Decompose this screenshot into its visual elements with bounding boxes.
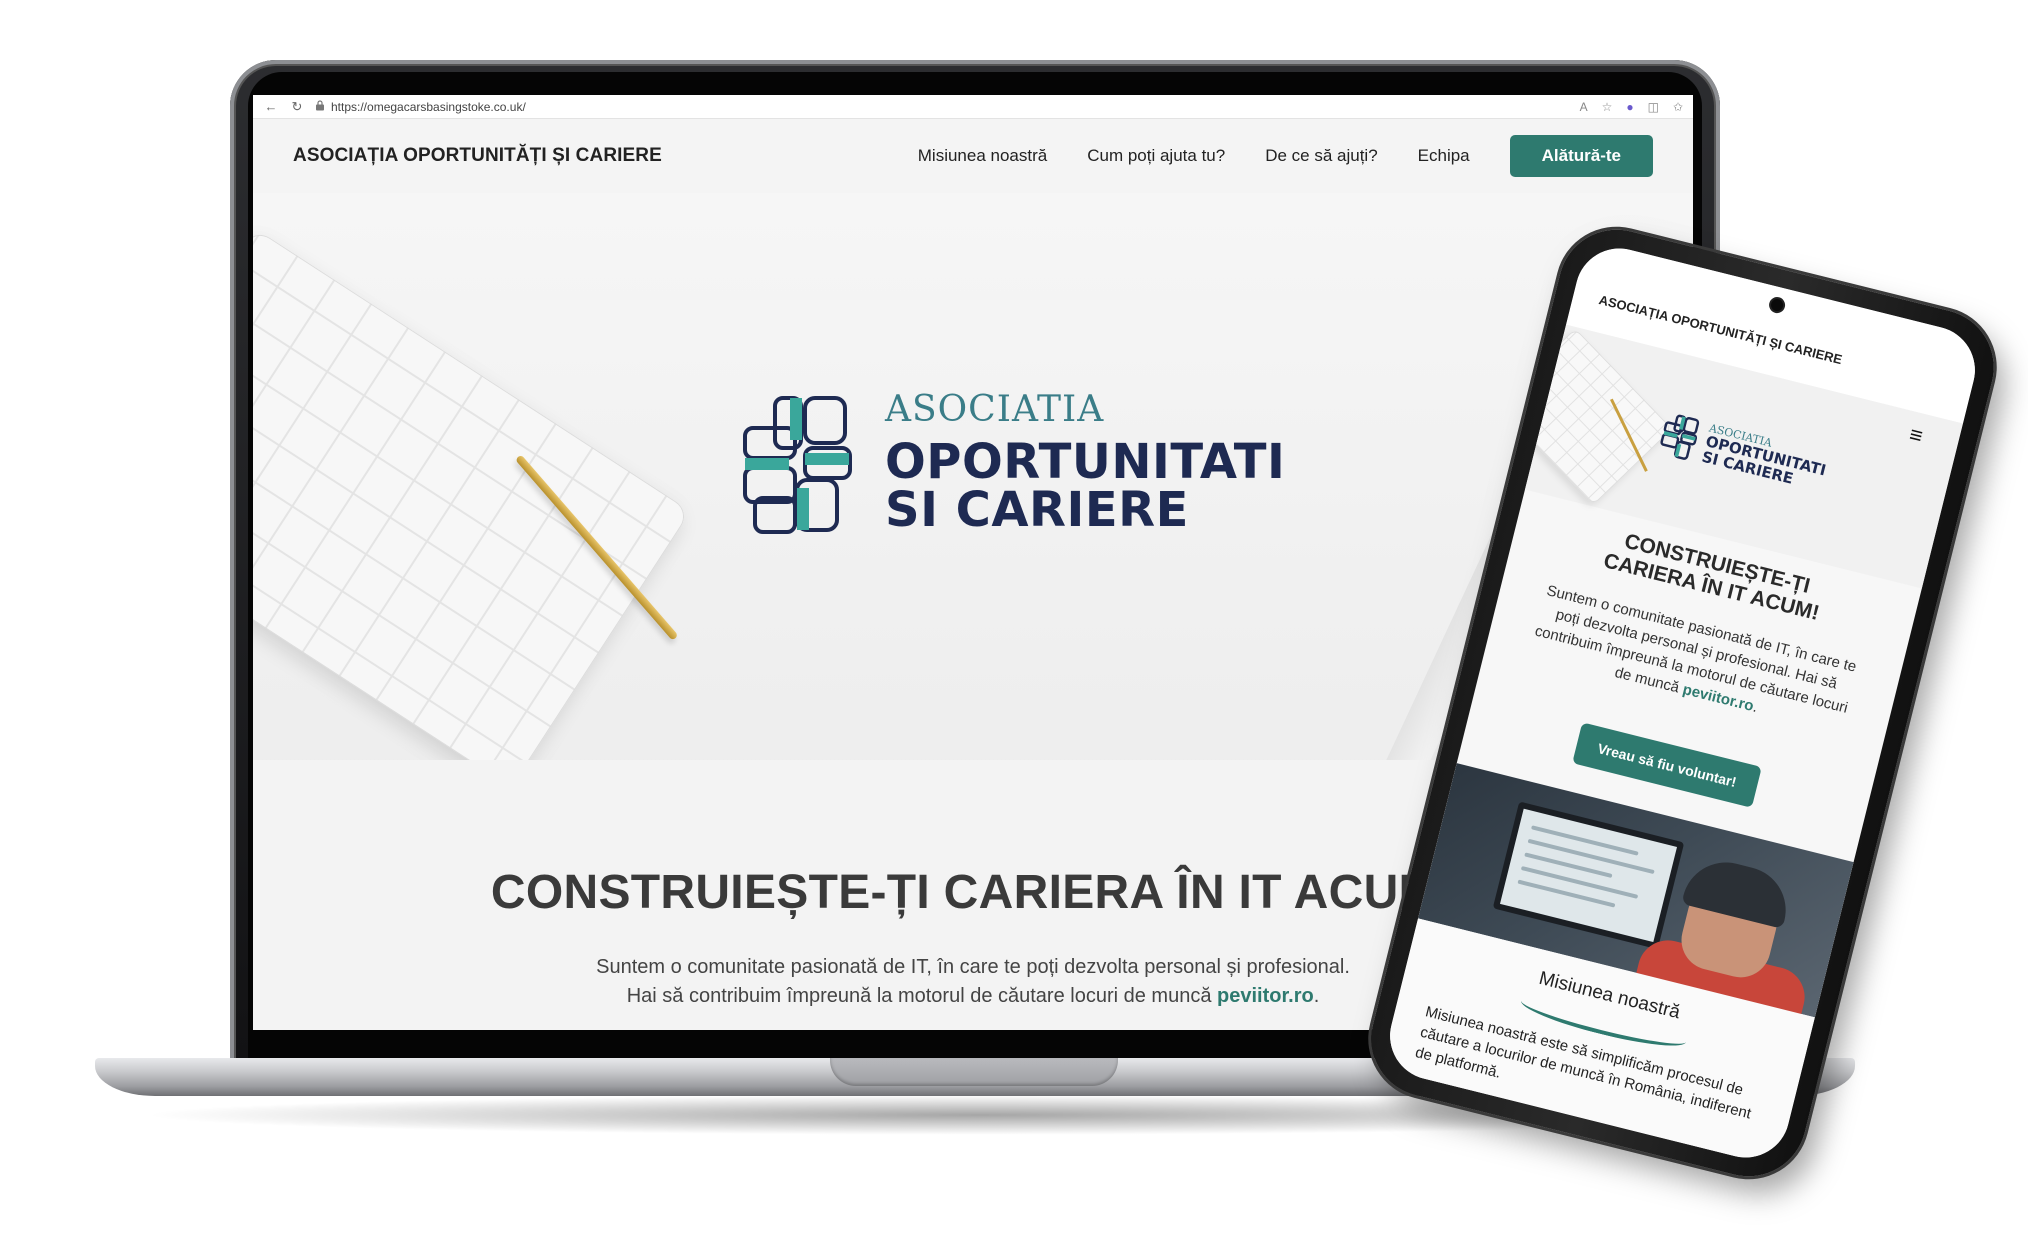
url-text: https://omegacarsbasingstoke.co.uk/ (331, 99, 526, 114)
favorites-icon[interactable]: ✩ (1673, 100, 1683, 114)
volunteer-button[interactable]: Vreau să fiu voluntar! (1572, 722, 1762, 808)
site-brand[interactable]: ASOCIAȚIA OPORTUNITĂȚI ȘI CARIERE (293, 145, 662, 167)
nav-cum-poti-ajuta[interactable]: Cum poți ajuta tu? (1087, 146, 1225, 166)
mobile-hands-logo-icon (1660, 414, 1700, 460)
lock-icon (315, 99, 325, 114)
back-arrow-icon[interactable]: ← (263, 99, 279, 114)
main-nav: Misiunea noastră Cum poți ajuta tu? De c… (918, 135, 1653, 177)
nav-misiunea[interactable]: Misiunea noastră (918, 146, 1047, 166)
monitor-image (1492, 801, 1685, 950)
laptop-notch (830, 1058, 1118, 1086)
hands-logo-icon (743, 396, 852, 534)
keyboard-image (253, 228, 691, 788)
browser-toolbar: ← ↻ https://omegacarsbasingstoke.co.uk/ … (253, 95, 1693, 119)
favorite-star-icon[interactable]: ☆ (1602, 100, 1613, 114)
read-aloud-icon[interactable]: A (1580, 100, 1588, 114)
association-logo: ASOCIATIA OPORTUNITATI SI CARIERE (735, 388, 1285, 538)
hero-subtitle-text: Hai să contribuim împreună la motorul de… (626, 985, 1218, 1007)
nav-de-ce-sa-ajuti[interactable]: De ce să ajuți? (1265, 146, 1377, 166)
nav-echipa[interactable]: Echipa (1418, 146, 1470, 166)
logo-small-text: ASOCIATIA (885, 389, 1105, 430)
logo-line2: SI CARIERE (885, 482, 1189, 538)
mobile-logo: ASOCIATIA OPORTUNITATI SI CARIERE (1655, 409, 1830, 495)
extension-icon[interactable]: ● (1626, 100, 1633, 114)
join-button[interactable]: Alătură-te (1509, 135, 1653, 177)
logo-line1: OPORTUNITATI (885, 434, 1286, 490)
address-bar[interactable]: https://omegacarsbasingstoke.co.uk/ (315, 100, 1570, 114)
site-header: ASOCIAȚIA OPORTUNITĂȚI ȘI CARIERE Misiun… (253, 119, 1693, 193)
split-screen-icon[interactable]: ◫ (1648, 100, 1659, 114)
peviitor-link[interactable]: peviitor.ro (1217, 985, 1314, 1007)
hero-subtitle-suffix: . (1313, 985, 1320, 1007)
reload-icon[interactable]: ↻ (289, 99, 305, 115)
